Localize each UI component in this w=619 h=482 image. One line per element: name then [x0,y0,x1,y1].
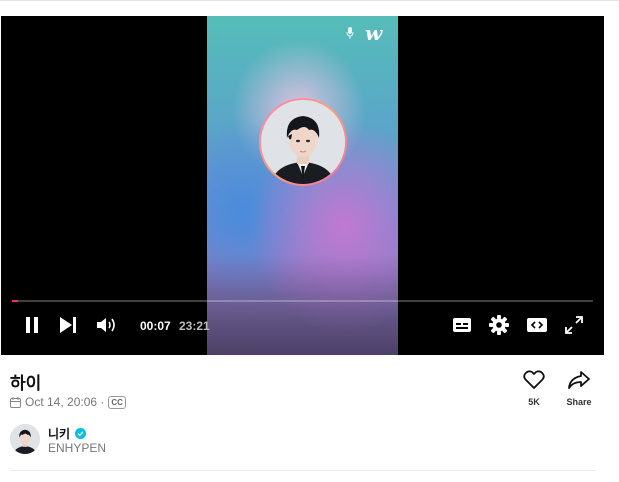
captions-button[interactable] [451,313,473,337]
author-group: ENHYPEN [48,441,107,455]
heart-icon [523,370,545,389]
share-icon [568,371,590,389]
author-name-row[interactable]: 니키 [48,425,87,442]
top-divider [0,0,619,1]
current-time: 00:07 [140,319,171,333]
volume-icon [97,318,115,332]
video-meta: Oct 14, 20:06 · CC [10,395,126,409]
weverse-logo: w [365,21,382,45]
bottom-divider [10,470,596,471]
pause-icon [26,317,38,333]
author-photo [10,424,40,454]
like-count: 5K [528,397,540,407]
video-title: 하이 [10,374,42,393]
streamer-avatar [259,98,347,186]
skip-next-icon [60,317,76,333]
settings-icon [489,315,509,335]
author-avatar[interactable] [10,424,40,454]
theater-mode-icon [527,318,547,332]
share-button[interactable]: Share [559,370,599,407]
progress-bar[interactable] [12,300,593,302]
share-label: Share [566,397,592,407]
next-button[interactable] [57,313,79,337]
cc-badge: CC [108,395,126,409]
theater-mode-button[interactable] [525,313,549,337]
like-button[interactable]: 5K [514,370,554,407]
video-frame: w [207,16,398,355]
fullscreen-button[interactable] [563,313,585,337]
progress-fill [12,300,18,302]
video-date: Oct 14, 20:06 · [25,395,105,409]
volume-button[interactable] [95,313,119,337]
pause-button[interactable] [21,313,43,337]
calendar-icon [10,396,21,408]
verified-badge-icon [75,428,87,439]
streamer-photo [261,100,345,184]
settings-button[interactable] [488,313,510,337]
author-name[interactable]: 니키 [48,427,70,441]
fullscreen-icon [565,316,583,334]
duration: 23:21 [179,319,210,333]
captions-icon [453,318,471,332]
mic-icon [346,27,354,39]
frame-shade [207,255,398,355]
video-player[interactable]: w 00:07 23:21 [1,16,604,355]
